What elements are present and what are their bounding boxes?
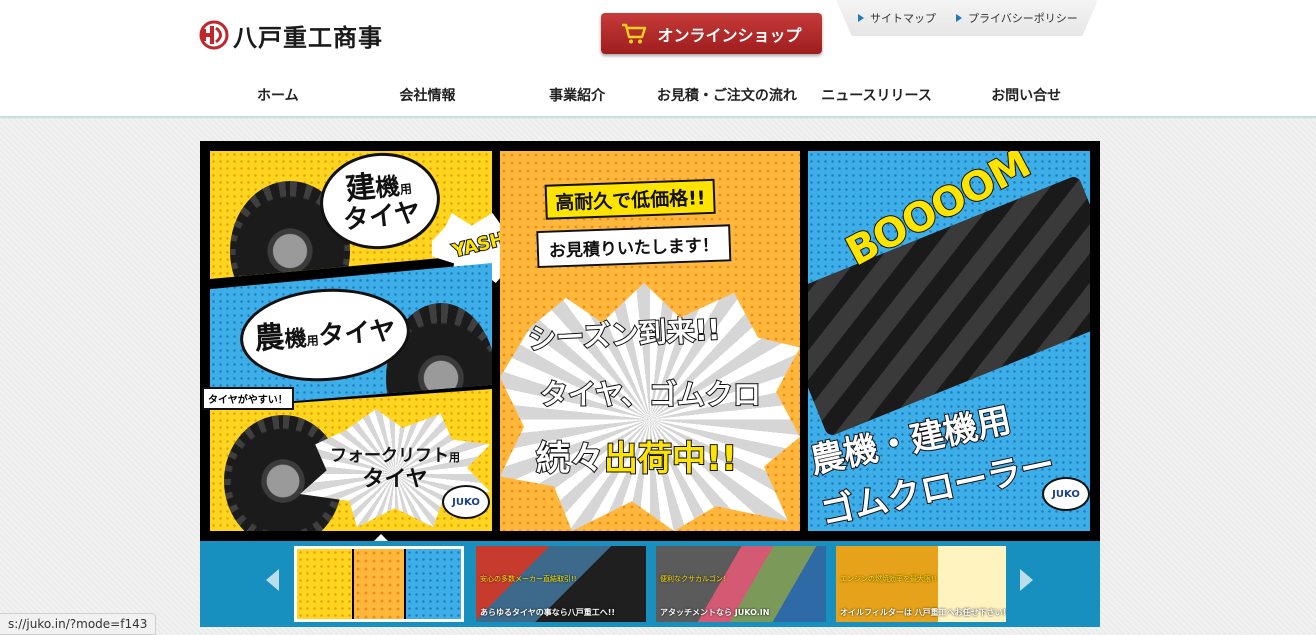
main-banner-slide[interactable]: 建機用 タイヤ YASHI! 農機用タイヤ フォークリフト用 タイヤ JUKO … bbox=[200, 141, 1100, 541]
nav-order-flow[interactable]: お見積・ご注文の流れ bbox=[652, 78, 802, 116]
thumbnail-1[interactable] bbox=[294, 546, 464, 622]
text-nou: 農 bbox=[253, 319, 286, 357]
season-burst: シーズン到来!! タイヤ、ゴムクロ 続々出荷中!! bbox=[500, 283, 800, 531]
thumb1-right bbox=[406, 549, 461, 619]
nav-home[interactable]: ホーム bbox=[203, 78, 353, 116]
nav-news[interactable]: ニュースリリース bbox=[802, 78, 952, 116]
panel-forklift-tire: フォークリフト用 タイヤ JUKO bbox=[210, 389, 492, 531]
price-headline-box: 高耐久で低価格!! お見積りいたします！ bbox=[534, 169, 771, 277]
thumb2-caption: あらゆるタイヤの事なら八戸重工へ!! bbox=[480, 608, 616, 617]
season-text: シーズン到来!! bbox=[526, 312, 722, 357]
thumb3-caption: アタッチメントなら JUKO.IN bbox=[660, 608, 770, 617]
shipping-a: 続々 bbox=[535, 438, 605, 480]
text-ki2: 機 bbox=[283, 326, 308, 353]
sitemap-link[interactable]: サイトマップ bbox=[858, 10, 936, 26]
privacy-policy-link[interactable]: プライバシーポリシー bbox=[956, 10, 1078, 26]
headline-line2: お見積りいたします！ bbox=[536, 224, 732, 269]
cheap-tire-tag: タイヤがやすい！ bbox=[202, 387, 294, 410]
thumb4-caption: オイルフィルターは 八戸重工へお任せ下さい!! bbox=[840, 608, 1006, 617]
thumb2-sub: 安心の多数メーカー直結取引!! bbox=[480, 575, 577, 583]
brand-name: 八戸重工商事 bbox=[233, 22, 383, 52]
privacy-label: プライバシーポリシー bbox=[968, 12, 1078, 25]
thumbnail-3[interactable]: 便利なクサカルゴン! アタッチメントなら JUKO.IN bbox=[656, 546, 826, 622]
juko-logo-badge: JUKO bbox=[442, 485, 490, 519]
site-header: 八戸重工商事 オンラインショップ サイトマップ プライバシーポリシー ホーム 会… bbox=[0, 0, 1316, 119]
utility-links: サイトマップ プライバシーポリシー bbox=[858, 10, 1078, 26]
logo-mark-icon bbox=[199, 20, 229, 50]
prev-arrow-icon[interactable] bbox=[266, 569, 279, 591]
text-tire2: タイヤ bbox=[317, 316, 397, 352]
nav-business[interactable]: 事業紹介 bbox=[502, 78, 652, 116]
global-nav: ホーム 会社情報 事業紹介 お見積・ご注文の流れ ニュースリリース お問い合せ bbox=[203, 78, 1101, 116]
online-shop-button[interactable]: オンラインショップ bbox=[601, 13, 822, 54]
juko-logo-badge-right: JUKO bbox=[1042, 477, 1090, 511]
online-shop-label: オンラインショップ bbox=[657, 25, 802, 45]
panel-crawler: BOOOOM 農機・建機用 ゴムクローラー JUKO bbox=[808, 151, 1090, 531]
next-arrow-icon[interactable] bbox=[1020, 569, 1033, 591]
headline-line1: 高耐久で低価格!! bbox=[544, 178, 717, 220]
items-text: タイヤ、ゴムクロ bbox=[539, 377, 762, 412]
forklift-tire-text: タイヤ bbox=[362, 466, 428, 492]
thumb3-sub: 便利なクサカルゴン! bbox=[660, 575, 726, 583]
forklift-text: フォークリフト bbox=[330, 446, 449, 466]
arrow-right-icon bbox=[858, 14, 864, 22]
thumb4-sub: エンジンの燃焼効率を最大限!! bbox=[840, 575, 937, 583]
thumbnail-4[interactable]: エンジンの燃焼効率を最大限!! オイルフィルターは 八戸重工へお任せ下さい!! bbox=[836, 546, 1006, 622]
text-you: 用 bbox=[399, 181, 413, 198]
shipping-b: 出荷中!! bbox=[603, 438, 738, 480]
slider-thumbnails: 安心の多数メーカー直結取引!! あらゆるタイヤの事なら八戸重工へ!! 便利なクサ… bbox=[200, 541, 1100, 627]
forklift-you: 用 bbox=[449, 451, 460, 464]
thumb1-preview bbox=[297, 549, 461, 619]
cart-icon bbox=[622, 23, 647, 43]
nav-contact[interactable]: お問い合せ bbox=[951, 78, 1101, 116]
panel-center: 高耐久で低価格!! お見積りいたします！ シーズン到来!! タイヤ、ゴムクロ 続… bbox=[500, 151, 800, 531]
text-ki: 機 bbox=[374, 172, 401, 203]
thumbnail-2[interactable]: 安心の多数メーカー直結取引!! あらゆるタイヤの事なら八戸重工へ!! bbox=[476, 546, 646, 622]
shipping-line: 続々出荷中!! bbox=[535, 431, 738, 480]
thumb1-center bbox=[351, 549, 407, 619]
site-logo[interactable]: 八戸重工商事 bbox=[199, 18, 383, 52]
arrow-right-icon bbox=[956, 14, 962, 22]
sitemap-label: サイトマップ bbox=[870, 12, 936, 25]
thumb1-left bbox=[297, 549, 352, 619]
browser-status-url: s://juko.in/?mode=f143 bbox=[0, 613, 157, 635]
nav-company[interactable]: 会社情報 bbox=[353, 78, 503, 116]
